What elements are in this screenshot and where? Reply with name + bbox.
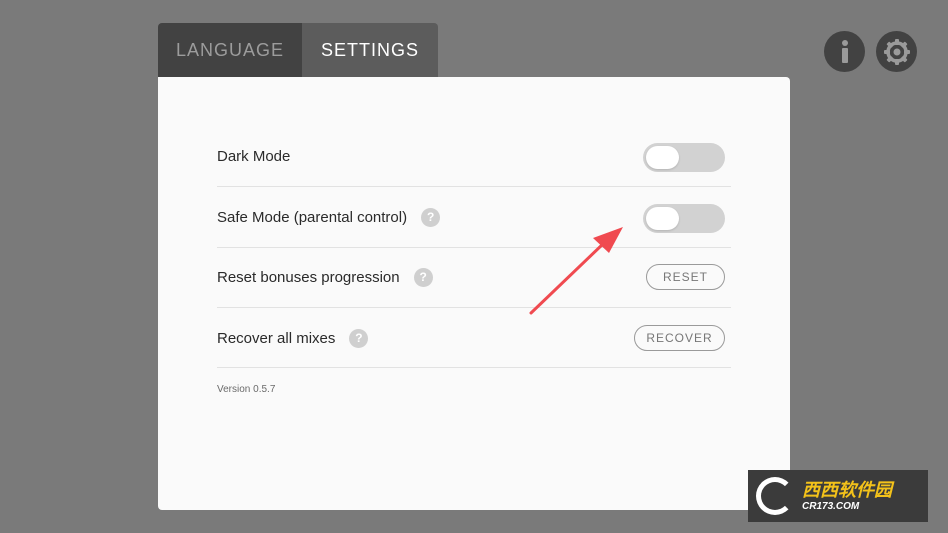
recover-button[interactable]: RECOVER: [634, 325, 725, 351]
safe-mode-toggle[interactable]: [643, 204, 725, 233]
version-text: Version 0.5.7: [217, 384, 276, 395]
watermark-sub: CR173.COM: [802, 500, 860, 512]
toggle-knob: [646, 146, 679, 169]
recover-mixes-row: Recover all mixes ? RECOVER: [217, 308, 731, 368]
reset-button[interactable]: RESET: [646, 264, 725, 290]
recover-mixes-help-icon[interactable]: ?: [349, 328, 369, 348]
watermark-logo: 西西软件园 CR173.COM: [748, 470, 928, 522]
reset-bonuses-help-icon[interactable]: ?: [413, 267, 433, 287]
info-icon: [841, 39, 848, 63]
reset-bonuses-label: Reset bonuses progression: [217, 268, 400, 286]
watermark-main: 西西软件园: [802, 479, 892, 500]
watermark-c-icon: [756, 477, 794, 515]
settings-panel: Dark Mode Safe Mode (parental control) ?…: [158, 77, 790, 510]
tab-language[interactable]: LANGUAGE: [158, 23, 302, 77]
safe-mode-label: Safe Mode (parental control): [217, 208, 408, 226]
safe-mode-help-icon[interactable]: ?: [421, 207, 441, 227]
reset-bonuses-row: Reset bonuses progression ? RESET: [217, 247, 731, 307]
dark-mode-row: Dark Mode: [217, 126, 731, 186]
dark-mode-label: Dark Mode: [217, 147, 291, 165]
divider: [217, 367, 731, 368]
info-button[interactable]: [824, 31, 865, 72]
safe-mode-row: Safe Mode (parental control) ?: [217, 187, 731, 247]
gear-icon: [883, 38, 910, 65]
recover-mixes-label: Recover all mixes: [217, 329, 336, 347]
dark-mode-toggle[interactable]: [643, 143, 725, 172]
settings-button[interactable]: [876, 31, 917, 72]
toggle-knob: [646, 207, 679, 230]
tab-bar: LANGUAGE SETTINGS: [158, 23, 438, 77]
watermark-text: 西西软件园 CR173.COM: [802, 481, 892, 512]
tab-settings[interactable]: SETTINGS: [302, 23, 438, 77]
